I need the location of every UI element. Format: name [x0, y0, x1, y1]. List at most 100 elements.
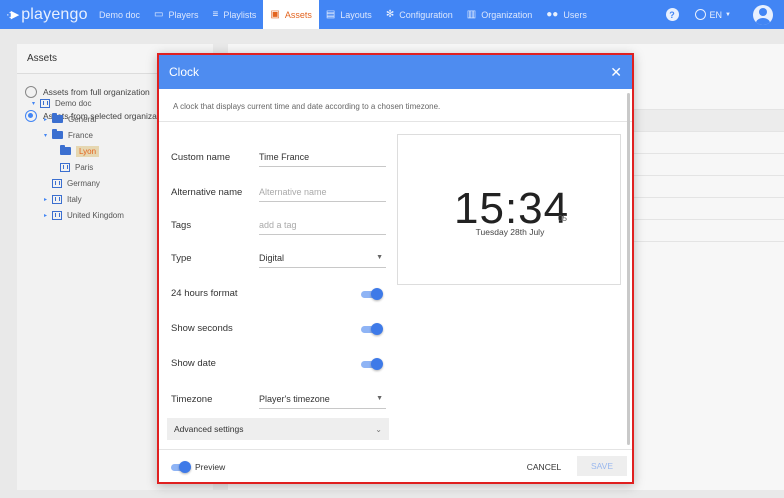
- modal-description: A clock that displays current time and d…: [173, 102, 441, 111]
- folder-icon: [60, 145, 71, 155]
- timezone-select-value: Player's timezone: [259, 393, 330, 404]
- tags-input[interactable]: [259, 215, 386, 235]
- advanced-settings-expander[interactable]: Advanced settings ⌄: [167, 418, 389, 440]
- show-seconds-toggle[interactable]: [361, 323, 383, 335]
- nav-players[interactable]: ▭ Players: [147, 0, 205, 29]
- modal-divider: [159, 121, 632, 122]
- folder-icon: [52, 113, 63, 123]
- tree-node-label: Paris: [75, 162, 94, 172]
- tree-node-label: France: [68, 130, 93, 140]
- timezone-row: Timezone Player's timezone ▼: [171, 388, 386, 410]
- organization-icon: [60, 162, 70, 172]
- tree-node-general[interactable]: ▸ General: [44, 112, 96, 126]
- tree-node-label: United Kingdom: [67, 210, 124, 220]
- preview-toggle[interactable]: [171, 461, 191, 473]
- nav-layouts-label: Layouts: [340, 9, 372, 20]
- modal-footer: Preview CANCEL SAVE: [159, 449, 632, 482]
- globe-icon: [694, 9, 706, 20]
- nav-configuration[interactable]: ✻ Configuration: [379, 0, 460, 29]
- type-label: Type: [171, 252, 192, 264]
- nav-assets[interactable]: ▣ Assets: [263, 0, 319, 29]
- nav-layouts[interactable]: ▤ Layouts: [319, 0, 379, 29]
- users-icon: ●●: [546, 9, 559, 20]
- tags-label: Tags: [171, 219, 192, 231]
- toggle-knob: [371, 358, 383, 370]
- organization-icon: [40, 98, 50, 108]
- nav-users-label: Users: [563, 9, 587, 20]
- organization-icon: [52, 210, 62, 220]
- help-icon[interactable]: ?: [665, 8, 679, 21]
- playengo-logo[interactable]: ·:▶ playengo: [6, 0, 92, 29]
- assets-icon: ▣: [270, 9, 280, 20]
- layouts-icon: ▤: [325, 9, 336, 20]
- tree-node-label: Italy: [67, 194, 82, 204]
- tags-row: Tags: [171, 214, 386, 236]
- show-date-label: Show date: [171, 357, 216, 369]
- tree-node-france[interactable]: ▾ France: [44, 128, 93, 142]
- caret-icon: ▾: [44, 132, 48, 139]
- language-label: EN: [709, 9, 723, 20]
- hours24-row: 24 hours format: [171, 282, 386, 304]
- close-icon[interactable]: ✕: [610, 65, 622, 79]
- playlist-icon: ≡: [212, 9, 219, 20]
- type-select-value: Digital: [259, 252, 285, 263]
- type-row: Type Digital ▼: [171, 247, 386, 269]
- radio-checked-icon: [25, 110, 37, 122]
- tree-node-italy[interactable]: ▸ Italy: [44, 192, 82, 206]
- nav-players-label: Players: [168, 9, 199, 20]
- alternative-name-input[interactable]: [259, 182, 386, 202]
- tree-node-demo-doc[interactable]: ▾ Demo doc: [32, 96, 91, 110]
- hours24-toggle[interactable]: [361, 288, 383, 300]
- nav-organization-label: Organization: [481, 9, 533, 20]
- gear-icon: ✻: [385, 9, 395, 20]
- nav-assets-label: Assets: [284, 9, 312, 20]
- alternative-name-row: Alternative name: [171, 181, 386, 203]
- organization-icon: [52, 178, 62, 188]
- cancel-button[interactable]: CANCEL: [522, 458, 566, 476]
- custom-name-label: Custom name: [171, 151, 231, 163]
- folder-icon: [52, 129, 63, 139]
- nav-users[interactable]: ●● Users: [539, 0, 594, 29]
- show-seconds-label: Show seconds: [171, 322, 233, 334]
- show-date-row: Show date: [171, 352, 386, 374]
- save-button[interactable]: SAVE: [577, 456, 627, 476]
- clock-preview: 15:34 05 Tuesday 28th July: [397, 134, 621, 285]
- modal-scrollbar[interactable]: [627, 93, 630, 445]
- organization-icon: ▥: [466, 9, 477, 20]
- toggle-knob: [371, 288, 383, 300]
- tree-node-germany[interactable]: Germany: [52, 176, 100, 190]
- tree-node-label: Demo doc: [55, 98, 92, 108]
- show-date-toggle[interactable]: [361, 358, 383, 370]
- tree-node-label: Lyon: [76, 145, 100, 157]
- nav-organization[interactable]: ▥ Organization: [460, 0, 539, 29]
- custom-name-input[interactable]: [259, 147, 386, 167]
- chevron-down-icon: ⌄: [375, 424, 382, 434]
- type-select[interactable]: Digital ▼: [259, 248, 386, 268]
- show-seconds-row: Show seconds: [171, 317, 386, 339]
- user-avatar-icon[interactable]: [753, 4, 773, 25]
- tree-node-paris[interactable]: Paris: [60, 160, 93, 174]
- tree-node-lyon[interactable]: Lyon: [60, 144, 100, 158]
- nav-demo-doc-label: Demo doc: [99, 9, 141, 20]
- toggle-knob: [179, 461, 191, 473]
- alternative-name-label: Alternative name: [171, 186, 243, 198]
- language-selector[interactable]: EN ▼: [694, 9, 731, 20]
- tree-node-label: Germany: [67, 178, 100, 188]
- custom-name-row: Custom name: [171, 146, 386, 168]
- advanced-settings-label: Advanced settings: [174, 424, 244, 434]
- clock-seconds: 05: [558, 214, 567, 223]
- nav-configuration-label: Configuration: [399, 9, 453, 20]
- logo-text: playengo: [21, 5, 88, 23]
- tree-node-label: General: [68, 114, 97, 124]
- clock-time: 15:34: [454, 184, 570, 233]
- preview-label: Preview: [195, 462, 226, 472]
- nav-demo-doc[interactable]: Demo doc: [92, 0, 147, 29]
- modal-title: Clock: [169, 65, 200, 79]
- caret-icon: ▸: [44, 212, 48, 219]
- modal-header: Clock ✕: [159, 55, 632, 89]
- timezone-select[interactable]: Player's timezone ▼: [259, 389, 386, 409]
- organization-icon: [52, 194, 62, 204]
- nav-playlists[interactable]: ≡ Playlists: [206, 0, 264, 29]
- tree-node-united-kingdom[interactable]: ▸ United Kingdom: [44, 208, 124, 222]
- timezone-label: Timezone: [171, 393, 213, 405]
